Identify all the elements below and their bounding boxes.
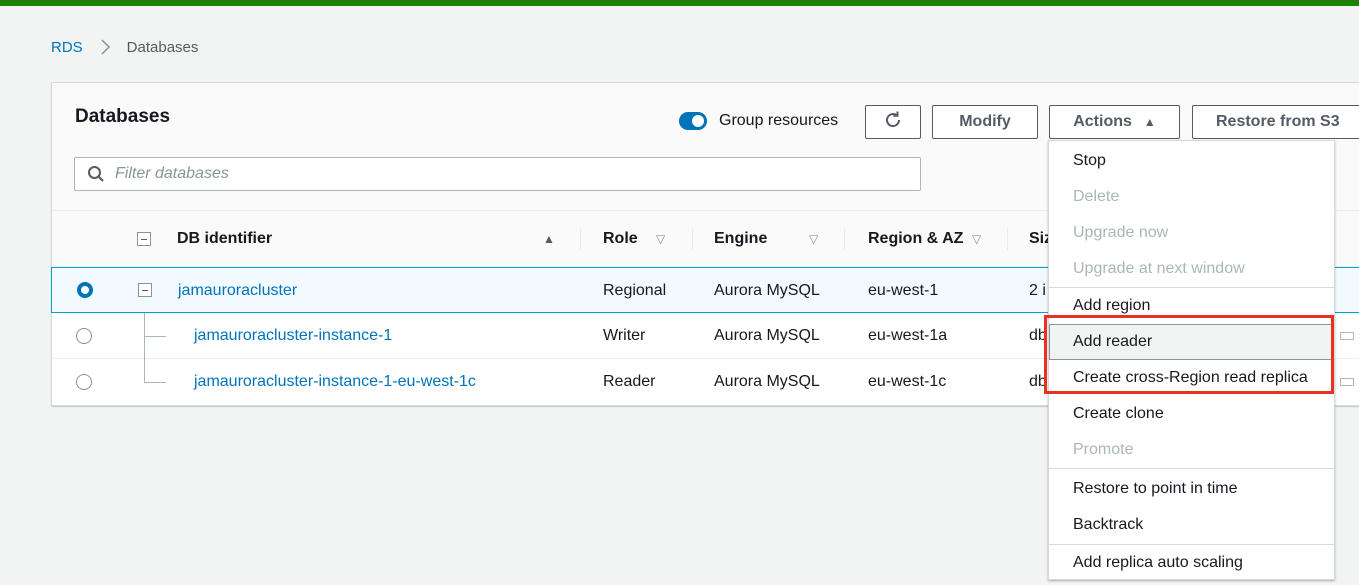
cell-region: eu-west-1c <box>868 373 947 390</box>
menu-item-create-clone[interactable]: Create clone <box>1049 396 1334 432</box>
actions-dropdown-menu: Stop Delete Upgrade now Upgrade at next … <box>1048 140 1335 580</box>
sort-ascending-icon: ▲ <box>543 232 555 246</box>
filter-box <box>74 157 921 191</box>
cell-region: eu-west-1 <box>868 282 939 299</box>
menu-item-add-region[interactable]: Add region <box>1049 288 1334 324</box>
sort-icon: ▽ <box>656 232 666 246</box>
breadcrumb-current: Databases <box>126 38 199 56</box>
refresh-button[interactable] <box>865 105 921 139</box>
column-divider <box>580 228 581 250</box>
menu-item-add-replica-auto-scaling[interactable]: Add replica auto scaling <box>1049 545 1334 581</box>
status-bar-icon <box>1340 378 1354 386</box>
col-db-identifier[interactable]: DB identifier ▲ <box>177 211 557 267</box>
cell-region: eu-west-1a <box>868 327 948 344</box>
restore-from-s3-button[interactable]: Restore from S3 <box>1192 105 1359 139</box>
cell-engine: Aurora MySQL <box>714 282 820 299</box>
sort-icon: ▽ <box>809 232 819 246</box>
panel-title: Databases <box>75 106 171 127</box>
cell-role: Reader <box>603 373 656 390</box>
chevron-right-icon <box>99 38 113 56</box>
breadcrumb: RDS Databases <box>51 37 198 57</box>
breadcrumb-rds-link[interactable]: RDS <box>51 39 83 56</box>
cell-role: Regional <box>603 282 667 299</box>
column-divider <box>844 228 845 250</box>
actions-button[interactable]: Actions ▲ <box>1049 105 1180 139</box>
sort-icon: ▽ <box>972 232 982 246</box>
refresh-icon <box>883 110 903 135</box>
menu-item-promote: Promote <box>1073 441 1134 458</box>
cell-size: 2 i <box>1029 282 1046 299</box>
menu-item-restore-point-in-time[interactable]: Restore to point in time <box>1049 471 1334 507</box>
db-link[interactable]: jamauroracluster-instance-1 <box>194 327 392 345</box>
menu-item-add-reader[interactable]: Add reader <box>1049 324 1334 360</box>
cell-size: db <box>1029 373 1047 390</box>
menu-item-upgrade-next-window: Upgrade at next window <box>1073 260 1245 277</box>
col-region[interactable]: Region & AZ ▽ <box>868 211 1008 267</box>
col-role-label: Role <box>603 230 638 247</box>
menu-item-backtrack[interactable]: Backtrack <box>1049 507 1334 543</box>
status-bar-icon <box>1340 332 1354 340</box>
col-engine-label: Engine <box>714 230 768 247</box>
tree-line <box>144 359 145 382</box>
tree-line <box>144 336 166 337</box>
group-resources-toggle-wrap: Group resources <box>679 112 838 130</box>
row-radio[interactable] <box>76 328 92 344</box>
cell-size: db <box>1029 327 1047 344</box>
col-region-label: Region & AZ <box>868 230 964 247</box>
column-divider <box>692 228 693 250</box>
menu-item-stop[interactable]: Stop <box>1049 143 1334 179</box>
col-db-identifier-label: DB identifier <box>177 230 273 247</box>
menu-item-upgrade-now: Upgrade now <box>1073 224 1169 241</box>
menu-item-create-cross-region-read-replica[interactable]: Create cross-Region read replica <box>1049 360 1334 396</box>
menu-item-delete: Delete <box>1073 188 1120 205</box>
search-icon <box>87 165 105 183</box>
actions-button-label: Actions <box>1073 113 1132 130</box>
top-status-bar <box>0 0 1359 6</box>
toggle-knob <box>692 115 704 127</box>
modify-button[interactable]: Modify <box>932 105 1038 139</box>
caret-up-icon: ▲ <box>1143 115 1156 129</box>
row-radio[interactable] <box>76 374 92 390</box>
tree-line <box>144 382 166 383</box>
col-role[interactable]: Role ▽ <box>603 211 713 267</box>
column-divider <box>1007 228 1008 250</box>
group-resources-toggle[interactable] <box>679 112 707 130</box>
db-link[interactable]: jamauroracluster-instance-1-eu-west-1c <box>194 373 476 391</box>
collapse-row-icon[interactable] <box>138 283 152 297</box>
cell-engine: Aurora MySQL <box>714 373 820 390</box>
cell-db-identifier: jamauroracluster-instance-1-eu-west-1c <box>194 359 476 405</box>
db-link[interactable]: jamauroracluster <box>178 282 297 300</box>
cell-engine: Aurora MySQL <box>714 327 820 344</box>
cell-db-identifier: jamauroracluster <box>178 268 297 314</box>
cell-db-identifier: jamauroracluster-instance-1 <box>194 313 392 359</box>
col-engine[interactable]: Engine ▽ <box>714 211 844 267</box>
cell-role: Writer <box>603 327 646 344</box>
row-radio[interactable] <box>77 282 93 298</box>
group-resources-label: Group resources <box>719 112 839 129</box>
filter-databases-input[interactable] <box>115 165 815 183</box>
collapse-all-icon[interactable] <box>137 232 151 246</box>
menu-divider <box>1049 468 1334 469</box>
